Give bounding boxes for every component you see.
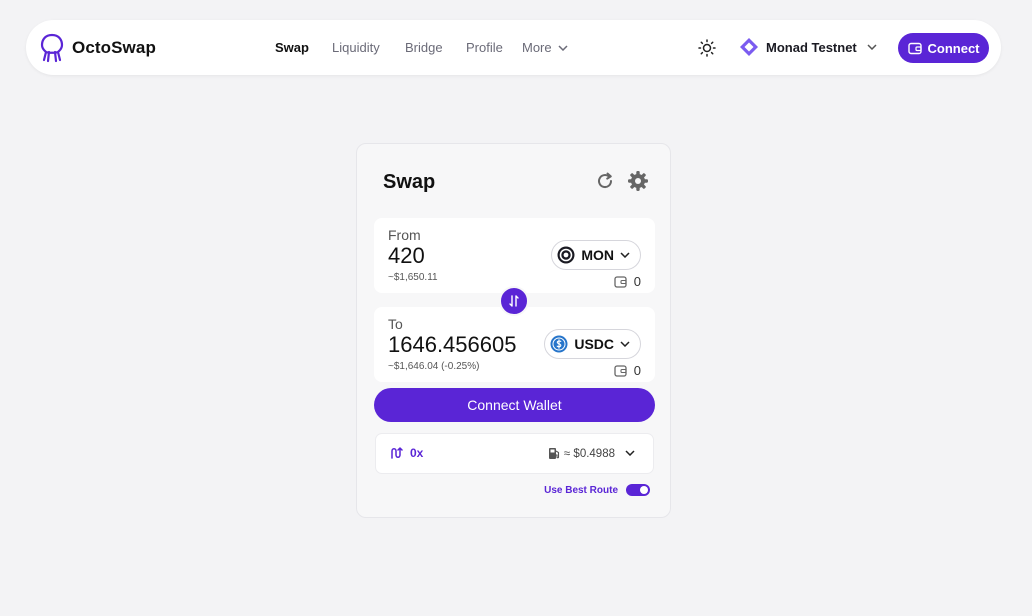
chevron-down-icon (620, 252, 630, 258)
top-navbar: OctoSwap Swap Liquidity Bridge Profile M… (26, 20, 1001, 75)
swap-card: Swap From 420 ~$1,650.11 MON 0 To 1646.4… (356, 143, 671, 518)
octopus-logo-icon (40, 33, 64, 63)
route-provider: 0x (390, 446, 423, 460)
from-balance: 0 (614, 274, 641, 289)
connect-wallet-button[interactable]: Connect Wallet (374, 388, 655, 422)
gas-fee: ≈ $0.4988 (548, 447, 615, 460)
best-route-toggle-row: Use Best Route (544, 484, 650, 496)
route-icon (391, 447, 403, 459)
nav-more-label: More (522, 40, 552, 55)
usdc-token-icon (550, 335, 568, 353)
to-balance: 0 (614, 363, 641, 378)
from-label: From (388, 227, 421, 243)
swap-arrows-icon (509, 295, 519, 307)
mon-token-icon (557, 246, 575, 264)
chevron-down-icon (625, 450, 635, 456)
to-token-name: USDC (574, 336, 614, 352)
to-label: To (388, 316, 403, 332)
from-panel: From 420 ~$1,650.11 MON 0 (374, 218, 655, 293)
connect-button[interactable]: Connect (898, 33, 989, 63)
nav-swap[interactable]: Swap (275, 40, 309, 55)
from-amount-input[interactable]: 420 (388, 243, 425, 269)
best-route-toggle[interactable] (626, 484, 650, 496)
to-balance-value: 0 (633, 363, 641, 378)
brand-logo[interactable]: OctoSwap (40, 33, 156, 63)
sun-icon[interactable] (698, 39, 716, 57)
wallet-icon (614, 364, 627, 377)
wallet-icon (907, 42, 922, 54)
gas-fee-value: ≈ $0.4988 (563, 447, 615, 460)
refresh-icon[interactable] (595, 171, 615, 191)
swap-direction-button[interactable] (499, 286, 529, 316)
nav-bridge[interactable]: Bridge (405, 40, 443, 55)
route-provider-name: 0x (410, 446, 424, 460)
nav-profile[interactable]: Profile (466, 40, 503, 55)
wallet-icon (614, 275, 627, 288)
from-usd-value: ~$1,650.11 (388, 272, 438, 283)
gas-pump-icon (548, 448, 559, 459)
gear-icon[interactable] (627, 170, 649, 192)
network-selector[interactable]: Monad Testnet (739, 37, 877, 57)
to-amount[interactable]: 1646.456605 (388, 332, 516, 358)
from-token-select[interactable]: MON (551, 240, 641, 270)
from-token-name: MON (581, 247, 614, 263)
from-balance-value: 0 (633, 274, 641, 289)
best-route-label: Use Best Route (544, 484, 618, 496)
chevron-down-icon (867, 44, 877, 50)
toggle-knob (640, 486, 648, 494)
to-panel: To 1646.456605 ~$1,646.04 (-0.25%) USDC … (374, 307, 655, 382)
nav-liquidity[interactable]: Liquidity (332, 40, 380, 55)
route-info[interactable]: 0x ≈ $0.4988 (375, 433, 654, 474)
monad-logo-icon (740, 38, 758, 56)
chevron-down-icon (558, 44, 568, 51)
network-name: Monad Testnet (766, 39, 857, 55)
to-usd-value: ~$1,646.04 (-0.25%) (388, 361, 480, 372)
brand-name: OctoSwap (72, 38, 156, 57)
connect-button-label: Connect (927, 40, 980, 56)
chevron-down-icon (620, 341, 630, 347)
to-token-select[interactable]: USDC (544, 329, 641, 359)
swap-title: Swap (383, 171, 436, 193)
nav-more[interactable]: More (522, 40, 568, 55)
